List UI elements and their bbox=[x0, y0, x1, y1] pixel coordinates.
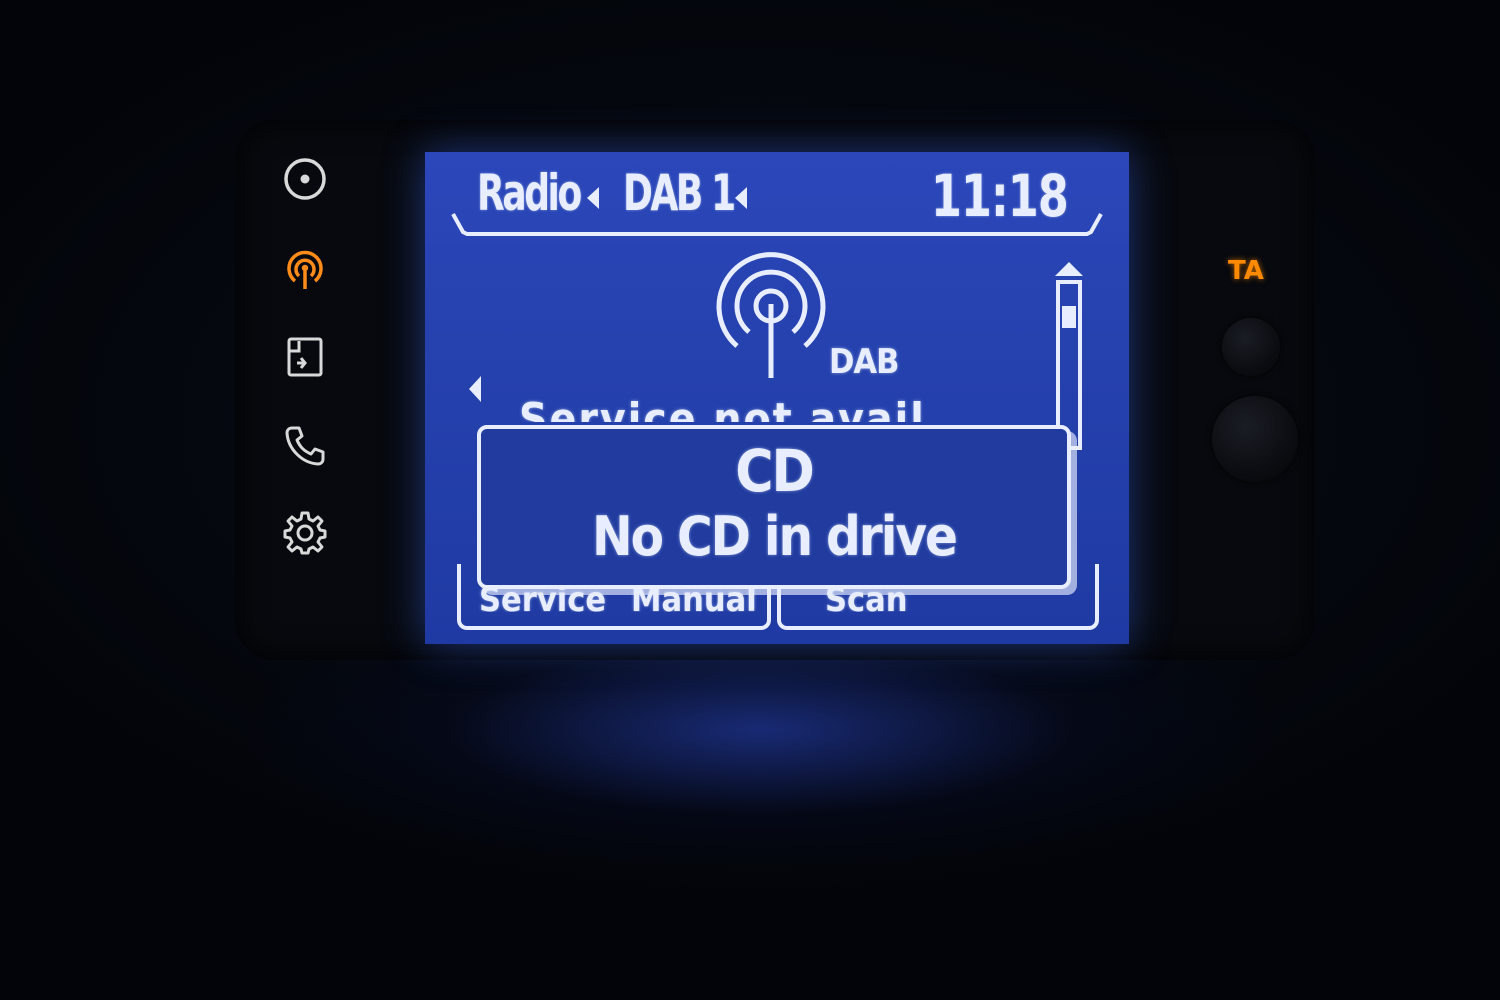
phone-icon bbox=[285, 426, 325, 466]
side-button-column bbox=[270, 150, 340, 570]
station-status-text: Service not avail bbox=[519, 394, 926, 422]
media-source-button[interactable] bbox=[278, 330, 332, 384]
header-divider bbox=[451, 213, 1103, 236]
cd-source-button[interactable] bbox=[278, 152, 332, 206]
dashboard: Radio DAB 1 11:18 DAB Service not avail … bbox=[0, 0, 1500, 1000]
radio-icon bbox=[287, 250, 323, 289]
source-arrow-icon[interactable] bbox=[585, 185, 601, 211]
upper-knob[interactable] bbox=[1222, 318, 1280, 376]
no-cd-popup[interactable]: CD No CD in drive bbox=[477, 425, 1071, 589]
media-source-icon bbox=[287, 337, 323, 377]
settings-button[interactable] bbox=[278, 506, 332, 560]
dab-signal-icon bbox=[716, 252, 826, 378]
popup-title: CD bbox=[735, 437, 815, 505]
settings-icon bbox=[283, 511, 327, 555]
dab-logo-label: DAB bbox=[829, 342, 899, 382]
radio-source-button[interactable] bbox=[278, 242, 332, 296]
list-scrollbar[interactable] bbox=[1051, 260, 1087, 450]
softkey-manual-label: Manual bbox=[631, 588, 757, 612]
list-prev-arrow-icon[interactable] bbox=[467, 374, 483, 404]
lower-knob[interactable] bbox=[1212, 396, 1298, 482]
right-control-panel: TA bbox=[1200, 240, 1310, 500]
phone-button[interactable] bbox=[278, 418, 332, 472]
ta-indicator[interactable]: TA bbox=[1228, 256, 1264, 286]
popup-message: No CD in drive bbox=[592, 505, 958, 568]
band-arrow-icon[interactable] bbox=[733, 185, 749, 211]
cd-icon bbox=[284, 158, 326, 200]
lcd-screen: Radio DAB 1 11:18 DAB Service not avail … bbox=[425, 152, 1129, 644]
station-text-clip: Service not avail bbox=[519, 392, 949, 422]
softkey-service-label: Service bbox=[479, 588, 607, 612]
softkey-scan-label: Scan bbox=[825, 588, 908, 612]
